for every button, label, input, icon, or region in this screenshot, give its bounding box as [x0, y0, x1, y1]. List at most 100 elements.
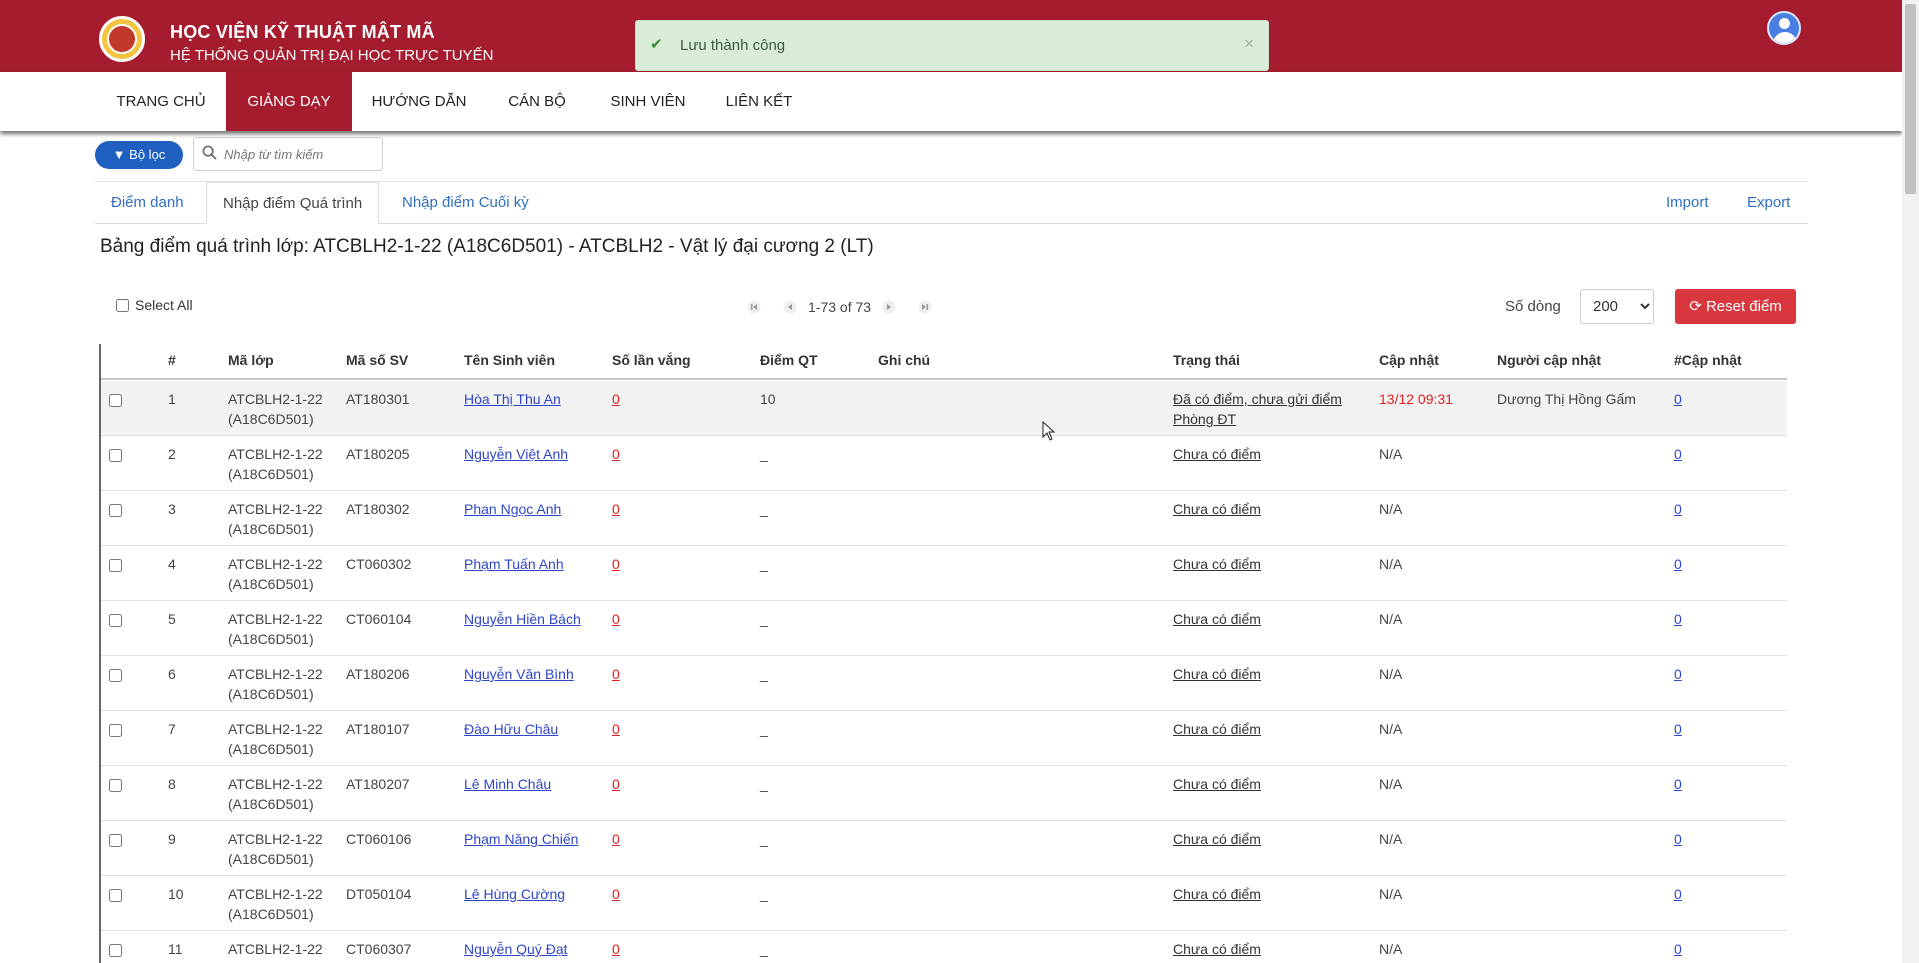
table-row[interactable]: 3 ATCBLH2-1-22 (A18C6D501) AT180302 Phan Ngọ… — [101, 491, 1787, 546]
last-page-icon[interactable] — [918, 300, 932, 314]
row-student-name-link[interactable]: Phạm Tuấn Anh — [464, 554, 564, 574]
row-update-count-link[interactable]: 0 — [1674, 609, 1682, 629]
row-status-link[interactable]: Chưa có điểm — [1173, 609, 1261, 629]
row-checkbox[interactable] — [109, 614, 122, 627]
select-all[interactable]: Select All — [116, 297, 193, 313]
academy-logo[interactable] — [99, 16, 145, 62]
nav-item-giang-day[interactable]: GIẢNG DẠY — [226, 72, 352, 131]
row-absences-link[interactable]: 0 — [612, 664, 620, 684]
row-update-count-link[interactable]: 0 — [1674, 499, 1682, 519]
row-absences-link[interactable]: 0 — [612, 719, 620, 739]
row-absences-link[interactable]: 0 — [612, 444, 620, 464]
row-student-name-link[interactable]: Lê Hùng Cường — [464, 884, 565, 904]
row-student-name-link[interactable]: Nguyễn Hiền Bách — [464, 609, 581, 629]
header-update-count[interactable]: #Cập nhật — [1674, 352, 1742, 368]
row-process-score[interactable]: _ — [760, 719, 768, 739]
first-page-icon[interactable] — [747, 300, 761, 314]
next-page-icon[interactable] — [882, 300, 896, 314]
toast-close-icon[interactable]: × — [1244, 34, 1254, 54]
export-link[interactable]: Export — [1747, 182, 1790, 224]
row-student-name-link[interactable]: Đào Hữu Châu — [464, 719, 558, 739]
row-status-link[interactable]: Chưa có điểm — [1173, 664, 1261, 684]
page-scrollbar[interactable] — [1902, 0, 1919, 963]
row-absences-link[interactable]: 0 — [612, 884, 620, 904]
row-checkbox[interactable] — [109, 504, 122, 517]
row-update-count-link[interactable]: 0 — [1674, 389, 1682, 409]
table-scrollbar[interactable] — [1787, 344, 1802, 963]
header-updated[interactable]: Cập nhật — [1379, 352, 1439, 368]
row-status-link[interactable]: Chưa có điểm — [1173, 444, 1261, 464]
table-row[interactable]: 6 ATCBLH2-1-22 (A18C6D501) AT180206 Nguyễn V… — [101, 656, 1787, 711]
row-absences-link[interactable]: 0 — [612, 554, 620, 574]
tab-nhap-diem-qua-trinh[interactable]: Nhập điểm Quá trình — [206, 182, 380, 224]
select-all-checkbox[interactable] — [116, 298, 129, 312]
table-row[interactable]: 8 ATCBLH2-1-22 (A18C6D501) AT180207 Lê Minh … — [101, 766, 1787, 821]
row-status-link[interactable]: Chưa có điểm — [1173, 774, 1261, 794]
row-absences-link[interactable]: 0 — [612, 829, 620, 849]
row-absences-link[interactable]: 0 — [612, 389, 620, 409]
header-note[interactable]: Ghi chú — [878, 352, 930, 368]
row-process-score[interactable]: _ — [760, 554, 768, 574]
table-row[interactable]: 11 ATCBLH2-1-22 CT060307 Nguyễn Quý Đạt 0 _ Ch… — [101, 931, 1787, 963]
row-student-name-link[interactable]: Lê Minh Châu — [464, 774, 551, 794]
row-checkbox[interactable] — [109, 834, 122, 847]
row-student-name-link[interactable]: Phan Ngọc Anh — [464, 499, 561, 519]
search-box[interactable] — [193, 137, 383, 171]
table-row[interactable]: 1 ATCBLH2-1-22 (A18C6D501) AT180301 Hòa Thị … — [101, 381, 1787, 436]
table-row[interactable]: 2 ATCBLH2-1-22 (A18C6D501) AT180205 Nguyễn V… — [101, 436, 1787, 491]
row-checkbox[interactable] — [109, 559, 122, 572]
row-update-count-link[interactable]: 0 — [1674, 554, 1682, 574]
row-update-count-link[interactable]: 0 — [1674, 719, 1682, 739]
table-row[interactable]: 4 ATCBLH2-1-22 (A18C6D501) CT060302 Phạm Tuấ… — [101, 546, 1787, 601]
reset-score-button[interactable]: ⟳ Reset điểm — [1675, 289, 1796, 324]
row-student-name-link[interactable]: Hòa Thị Thu An — [464, 389, 561, 409]
row-status-link[interactable]: Chưa có điểm — [1173, 719, 1261, 739]
row-update-count-link[interactable]: 0 — [1674, 444, 1682, 464]
row-update-count-link[interactable]: 0 — [1674, 664, 1682, 684]
row-status-link[interactable]: Chưa có điểm — [1173, 884, 1261, 904]
row-absences-link[interactable]: 0 — [612, 609, 620, 629]
row-absences-link[interactable]: 0 — [612, 774, 620, 794]
header-status[interactable]: Trạng thái — [1173, 352, 1240, 368]
search-input[interactable] — [224, 144, 374, 164]
header-process-score[interactable]: Điểm QT — [760, 352, 818, 368]
table-row[interactable]: 10 ATCBLH2-1-22 (A18C6D501) DT050104 Lê Hùng… — [101, 876, 1787, 931]
header-student-id[interactable]: Mã số SV — [346, 352, 408, 368]
tab-diem-danh[interactable]: Điểm danh — [95, 182, 200, 224]
row-status-link[interactable]: Chưa có điểm — [1173, 499, 1261, 519]
row-absences-link[interactable]: 0 — [612, 939, 620, 959]
row-checkbox[interactable] — [109, 724, 122, 737]
import-link[interactable]: Import — [1666, 182, 1709, 224]
row-checkbox[interactable] — [109, 449, 122, 462]
row-checkbox[interactable] — [109, 779, 122, 792]
nav-item-can-bo[interactable]: CÁN BỘ — [494, 72, 580, 131]
row-checkbox[interactable] — [109, 394, 122, 407]
row-student-name-link[interactable]: Phạm Năng Chiến — [464, 829, 578, 849]
nav-item-lien-ket[interactable]: LIÊN KẾT — [716, 72, 802, 131]
row-process-score[interactable]: _ — [760, 609, 768, 629]
header-absences[interactable]: Số lần vắng — [612, 352, 691, 368]
row-status-link[interactable]: Đã có điểm, chưa gửi điểm Phòng ĐT — [1173, 389, 1342, 429]
header-student-name[interactable]: Tên Sinh viên — [464, 352, 555, 368]
row-update-count-link[interactable]: 0 — [1674, 939, 1682, 959]
table-row[interactable]: 5 ATCBLH2-1-22 (A18C6D501) CT060104 Nguyễn H… — [101, 601, 1787, 656]
tab-nhap-diem-cuoi-ky[interactable]: Nhập điểm Cuối kỳ — [386, 182, 545, 224]
row-student-name-link[interactable]: Nguyễn Quý Đạt — [464, 939, 568, 959]
nav-item-huong-dan[interactable]: HƯỚNG DẪN — [360, 72, 478, 131]
row-process-score[interactable]: 10 — [760, 389, 776, 409]
row-status-link[interactable]: Chưa có điểm — [1173, 939, 1261, 959]
table-row[interactable]: 9 ATCBLH2-1-22 (A18C6D501) CT060106 Phạm Năn… — [101, 821, 1787, 876]
table-row[interactable]: 7 ATCBLH2-1-22 (A18C6D501) AT180107 Đào Hữu … — [101, 711, 1787, 766]
row-update-count-link[interactable]: 0 — [1674, 884, 1682, 904]
header-updater[interactable]: Người cập nhật — [1497, 352, 1601, 368]
row-process-score[interactable]: _ — [760, 664, 768, 684]
filter-button[interactable]: ▼ Bộ lọc — [95, 141, 183, 169]
row-student-name-link[interactable]: Nguyễn Văn Bình — [464, 664, 574, 684]
user-avatar-icon[interactable] — [1767, 11, 1801, 45]
row-update-count-link[interactable]: 0 — [1674, 774, 1682, 794]
row-absences-link[interactable]: 0 — [612, 499, 620, 519]
row-process-score[interactable]: _ — [760, 774, 768, 794]
row-checkbox[interactable] — [109, 944, 122, 957]
row-status-link[interactable]: Chưa có điểm — [1173, 829, 1261, 849]
row-update-count-link[interactable]: 0 — [1674, 829, 1682, 849]
